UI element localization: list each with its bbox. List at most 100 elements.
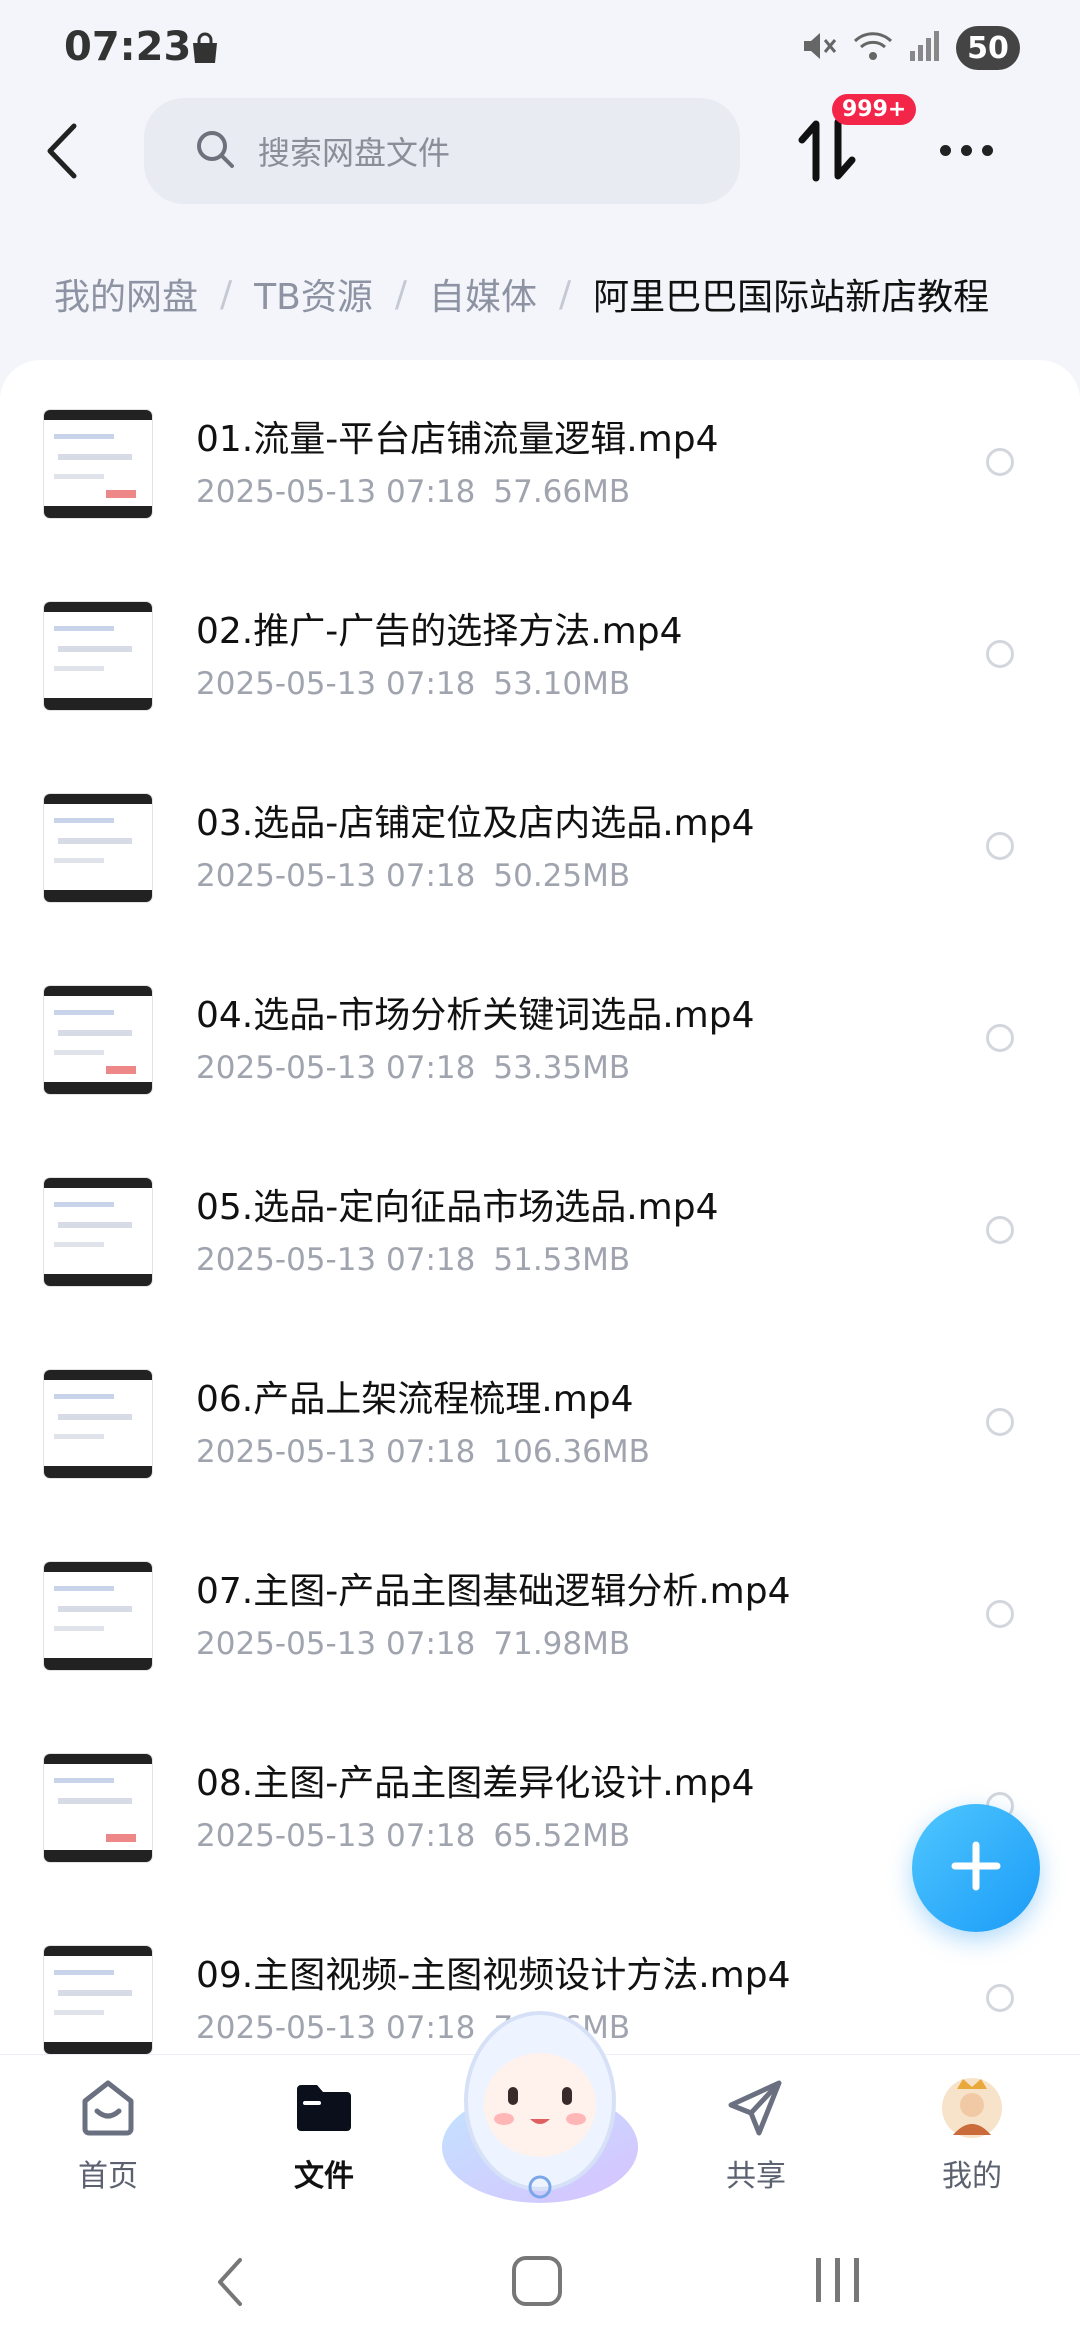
video-thumbnail bbox=[44, 1178, 152, 1286]
select-radio[interactable] bbox=[986, 1408, 1014, 1436]
select-radio[interactable] bbox=[986, 1024, 1014, 1052]
file-time: 07:18 bbox=[386, 1626, 476, 1662]
file-name: 01.流量-平台店铺流量逻辑.mp4 bbox=[196, 419, 719, 460]
status-bar: 07:23 50 bbox=[0, 0, 1080, 100]
video-thumbnail bbox=[44, 410, 152, 518]
file-name: 06.产品上架流程梳理.mp4 bbox=[196, 1379, 634, 1420]
bottom-nav: 首页 文件 共享 我的 bbox=[0, 2011, 1080, 2225]
breadcrumb-separator: / bbox=[394, 273, 407, 315]
clock: 07:23 bbox=[64, 24, 192, 70]
video-thumbnail bbox=[44, 1946, 152, 2054]
add-button[interactable] bbox=[912, 1804, 1040, 1932]
video-thumbnail bbox=[44, 602, 152, 710]
nav-profile[interactable]: 我的 bbox=[902, 2075, 1042, 2195]
breadcrumb-separator: / bbox=[220, 273, 233, 315]
video-thumbnail bbox=[44, 986, 152, 1094]
file-time: 07:18 bbox=[386, 474, 476, 510]
select-radio[interactable] bbox=[986, 1984, 1014, 2012]
file-list: 01.流量-平台店铺流量逻辑.mp4 2025-05-13 07:18 57.66… bbox=[0, 360, 1080, 2060]
search-icon bbox=[194, 128, 236, 174]
file-size: 57.66MB bbox=[493, 474, 631, 510]
file-name: 09.主图视频-主图视频设计方法.mp4 bbox=[196, 1955, 791, 1996]
select-radio[interactable] bbox=[986, 832, 1014, 860]
dot-icon bbox=[940, 144, 951, 156]
home-icon bbox=[75, 2080, 141, 2145]
file-meta: 2025-05-13 07:18 57.66MB bbox=[196, 474, 630, 510]
nav-label: 我的 bbox=[942, 2159, 1002, 2194]
file-item[interactable]: 06.产品上架流程梳理.mp4 2025-05-13 07:18 106.36MB bbox=[0, 1334, 1080, 1524]
system-back-icon[interactable] bbox=[210, 2254, 250, 2314]
file-time: 07:18 bbox=[386, 858, 476, 894]
video-thumbnail bbox=[44, 1370, 152, 1478]
file-name: 07.主图-产品主图基础逻辑分析.mp4 bbox=[196, 1571, 791, 1612]
file-meta: 2025-05-13 07:18 106.36MB bbox=[196, 1434, 650, 1470]
file-size: 50.25MB bbox=[493, 858, 631, 894]
nav-share[interactable]: 共享 bbox=[686, 2075, 826, 2195]
file-name: 05.选品-定向征品市场选品.mp4 bbox=[196, 1187, 719, 1228]
file-date: 2025-05-13 bbox=[196, 474, 377, 510]
file-date: 2025-05-13 bbox=[196, 1050, 377, 1086]
search-placeholder: 搜索网盘文件 bbox=[258, 134, 451, 172]
file-item[interactable]: 02.推广-广告的选择方法.mp4 2025-05-13 07:18 53.10M… bbox=[0, 566, 1080, 756]
nav-label: 共享 bbox=[726, 2159, 786, 2194]
dot-icon bbox=[961, 144, 972, 156]
file-time: 07:18 bbox=[386, 1242, 476, 1278]
back-button[interactable] bbox=[40, 118, 90, 184]
mascot-button[interactable] bbox=[438, 1997, 642, 2217]
nav-files[interactable]: 文件 bbox=[254, 2075, 394, 2195]
file-meta: 2025-05-13 07:18 51.53MB bbox=[196, 1242, 630, 1278]
file-date: 2025-05-13 bbox=[196, 858, 377, 894]
share-icon bbox=[723, 2080, 789, 2145]
file-time: 07:18 bbox=[386, 1050, 476, 1086]
file-item[interactable]: 04.选品-市场分析关键词选品.mp4 2025-05-13 07:18 53.3… bbox=[0, 950, 1080, 1140]
wifi-icon bbox=[852, 29, 894, 67]
file-meta: 2025-05-13 07:18 50.25MB bbox=[196, 858, 630, 894]
file-meta: 2025-05-13 07:18 53.10MB bbox=[196, 666, 630, 702]
file-size: 106.36MB bbox=[493, 1434, 650, 1470]
file-time: 07:18 bbox=[386, 1818, 476, 1854]
breadcrumb-item[interactable]: TB资源 bbox=[254, 268, 373, 320]
file-date: 2025-05-13 bbox=[196, 1242, 377, 1278]
breadcrumb-separator: / bbox=[559, 273, 572, 315]
search-input[interactable]: 搜索网盘文件 bbox=[144, 98, 740, 204]
file-name: 08.主图-产品主图差异化设计.mp4 bbox=[196, 1763, 755, 1804]
video-thumbnail bbox=[44, 794, 152, 902]
file-size: 53.10MB bbox=[493, 666, 631, 702]
select-radio[interactable] bbox=[986, 448, 1014, 476]
folder-icon bbox=[291, 2085, 357, 2145]
nav-label: 文件 bbox=[294, 2159, 354, 2194]
plus-icon bbox=[949, 1839, 1003, 1897]
file-item[interactable]: 05.选品-定向征品市场选品.mp4 2025-05-13 07:18 51.53… bbox=[0, 1142, 1080, 1332]
file-name: 04.选品-市场分析关键词选品.mp4 bbox=[196, 995, 755, 1036]
file-item[interactable]: 03.选品-店铺定位及店内选品.mp4 2025-05-13 07:18 50.2… bbox=[0, 758, 1080, 948]
file-name: 02.推广-广告的选择方法.mp4 bbox=[196, 611, 683, 652]
nav-label: 首页 bbox=[78, 2159, 138, 2194]
select-radio[interactable] bbox=[986, 640, 1014, 668]
video-thumbnail bbox=[44, 1754, 152, 1862]
file-item[interactable]: 07.主图-产品主图基础逻辑分析.mp4 2025-05-13 07:18 71.… bbox=[0, 1526, 1080, 1716]
file-size: 51.53MB bbox=[493, 1242, 631, 1278]
nav-home[interactable]: 首页 bbox=[38, 2075, 178, 2195]
avatar bbox=[939, 2078, 1005, 2145]
video-thumbnail bbox=[44, 1562, 152, 1670]
battery-indicator: 50 bbox=[956, 26, 1020, 70]
breadcrumb-item[interactable]: 自媒体 bbox=[429, 268, 537, 320]
file-time: 07:18 bbox=[386, 666, 476, 702]
select-radio[interactable] bbox=[986, 1600, 1014, 1628]
breadcrumb: 我的网盘 / TB资源 / 自媒体 / 阿里巴巴国际站新店教程 bbox=[54, 268, 989, 320]
breadcrumb-current: 阿里巴巴国际站新店教程 bbox=[593, 277, 990, 318]
file-date: 2025-05-13 bbox=[196, 666, 377, 702]
file-size: 65.52MB bbox=[493, 1818, 631, 1854]
more-options-button[interactable] bbox=[940, 130, 1010, 170]
breadcrumb-item[interactable]: 我的网盘 bbox=[54, 268, 198, 320]
mute-icon bbox=[800, 29, 838, 67]
signal-icon bbox=[908, 29, 942, 67]
system-home-icon[interactable] bbox=[512, 2256, 562, 2306]
file-date: 2025-05-13 bbox=[196, 1818, 377, 1854]
system-recents-icon[interactable] bbox=[816, 2258, 859, 2302]
file-item[interactable]: 01.流量-平台店铺流量逻辑.mp4 2025-05-13 07:18 57.66… bbox=[0, 374, 1080, 564]
file-size: 71.98MB bbox=[493, 1626, 631, 1662]
dot-icon bbox=[982, 144, 993, 156]
select-radio[interactable] bbox=[986, 1216, 1014, 1244]
system-nav-bar bbox=[0, 2224, 1080, 2340]
